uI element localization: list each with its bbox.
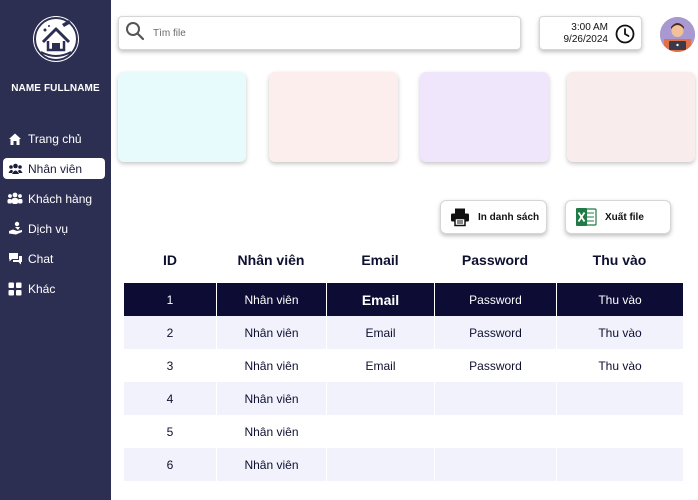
table-row[interactable]: 3 Nhân viên Email Password Thu vào (124, 349, 683, 382)
sidebar-item-label: Chat (28, 251, 54, 266)
column-header-employee[interactable]: Nhân viên (216, 250, 326, 270)
cell-income: Thu vào (556, 349, 683, 382)
cell-income (556, 448, 683, 481)
table-header: ID Nhân viên Email Password Thu vào (124, 250, 683, 270)
column-header-income[interactable]: Thu vào (556, 250, 683, 270)
search-icon (125, 21, 145, 46)
cell-employee: Nhân viên (216, 349, 326, 382)
cell-email: Email (326, 349, 434, 382)
table-row[interactable]: 4 Nhân viên (124, 382, 683, 415)
cell-id: 6 (166, 457, 174, 472)
employee-table: ID Nhân viên Email Password Thu vào 1 Nh… (124, 250, 683, 481)
summary-card (420, 72, 549, 162)
summary-card (567, 72, 695, 162)
column-header-password[interactable]: Password (434, 250, 556, 270)
sidebar-item-label: Khách hàng (28, 191, 93, 206)
cell-id: 5 (166, 424, 174, 439)
export-file-label: Xuất file (605, 211, 644, 223)
export-file-button[interactable]: Xuất file (565, 200, 671, 234)
sidebar-item-chat[interactable]: Chat (3, 248, 105, 269)
cell-employee: Nhân viên (216, 448, 326, 481)
cell-email: Email (326, 283, 434, 316)
logo (33, 16, 79, 62)
cell-email (326, 382, 434, 415)
cell-id: 4 (166, 391, 174, 406)
profile-name: NAME FULLNAME (11, 83, 100, 94)
cell-password (434, 415, 556, 448)
cell-email: Email (326, 316, 434, 349)
sidebar-item-label: Khác (28, 281, 56, 296)
cell-employee: Nhân viên (216, 415, 326, 448)
sidebar-nav: Trang chủ Nhân viên Khách hàng Dịch vụ C… (3, 128, 105, 308)
current-time: 3:00 AM (571, 22, 608, 33)
cell-password: Password (434, 316, 556, 349)
sidebar-item-home[interactable]: Trang chủ (3, 128, 105, 149)
sidebar-item-services[interactable]: Dịch vụ (3, 218, 105, 239)
cell-email (326, 415, 434, 448)
sidebar-item-label: Nhân viên (28, 161, 83, 176)
cell-password (434, 382, 556, 415)
users-icon (7, 161, 23, 177)
cell-income: Thu vào (556, 283, 683, 316)
sidebar-item-label: Trang chủ (28, 131, 82, 146)
printer-icon (450, 207, 470, 227)
table-row[interactable]: 5 Nhân viên (124, 415, 683, 448)
search-input[interactable] (153, 27, 493, 39)
clock-icon (615, 24, 635, 49)
cell-employee: Nhân viên (216, 283, 326, 316)
sidebar-item-label: Dịch vụ (28, 221, 69, 236)
datetime-widget: 3:00 AM 9/26/2024 (539, 16, 642, 50)
cell-income: Thu vào (556, 316, 683, 349)
cell-employee: Nhân viên (216, 382, 326, 415)
summary-card (269, 72, 398, 162)
cell-employee: Nhân viên (216, 316, 326, 349)
sidebar: NAME FULLNAME Trang chủ Nhân viên Khách … (0, 0, 111, 500)
print-list-label: In danh sách (478, 211, 540, 223)
home-icon (7, 131, 23, 147)
cell-password: Password (434, 349, 556, 382)
excel-icon (575, 207, 597, 227)
cell-password (434, 448, 556, 481)
current-date: 9/26/2024 (563, 34, 609, 45)
cell-id: 2 (166, 325, 174, 340)
sidebar-item-employees[interactable]: Nhân viên (3, 158, 105, 179)
cell-income (556, 415, 683, 448)
summary-card (118, 72, 246, 162)
cell-income (556, 382, 683, 415)
table-row[interactable]: 2 Nhân viên Email Password Thu vào (124, 316, 683, 349)
print-list-button[interactable]: In danh sách (440, 200, 547, 234)
grid-icon (7, 281, 23, 297)
chat-icon (7, 251, 23, 267)
sidebar-item-customers[interactable]: Khách hàng (3, 188, 105, 209)
cell-email (326, 448, 434, 481)
column-header-id[interactable]: ID (124, 250, 216, 270)
cell-password: Password (434, 283, 556, 316)
column-header-email[interactable]: Email (326, 250, 434, 270)
table-row[interactable]: 6 Nhân viên (124, 448, 683, 481)
customers-icon (7, 191, 23, 207)
table-row[interactable]: 1 Nhân viên Email Password Thu vào (124, 283, 683, 316)
service-icon (7, 221, 23, 237)
avatar[interactable] (660, 17, 695, 52)
cell-id: 3 (166, 358, 174, 373)
search-bar[interactable] (118, 16, 521, 50)
cell-id: 1 (166, 292, 174, 307)
sidebar-item-other[interactable]: Khác (3, 278, 105, 299)
